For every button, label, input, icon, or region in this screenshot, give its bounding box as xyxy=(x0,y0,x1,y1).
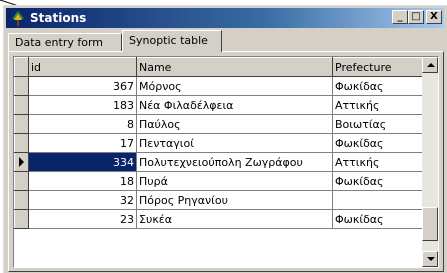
minimize-button[interactable]: _ xyxy=(392,10,408,24)
title-bar[interactable]: Stations _ □ X xyxy=(6,8,444,28)
cell-prefecture[interactable]: Φωκίδας xyxy=(332,171,425,191)
row-indicator[interactable] xyxy=(14,133,29,153)
cell-id[interactable]: 8 xyxy=(28,114,137,134)
row-indicator[interactable] xyxy=(14,76,29,96)
cell-prefecture[interactable]: Αττικής xyxy=(332,95,425,115)
cell-prefecture[interactable] xyxy=(332,190,425,210)
scroll-down-button[interactable] xyxy=(422,251,438,267)
scroll-up-button[interactable] xyxy=(422,57,438,73)
cell-prefecture[interactable]: Βοιωτίας xyxy=(332,114,425,134)
column-header-id[interactable]: id xyxy=(28,57,137,77)
cell-prefecture[interactable]: Φωκίδας xyxy=(332,76,425,96)
tab-synoptic-table[interactable]: Synoptic table xyxy=(122,30,222,52)
scroll-down-arrow-icon xyxy=(427,257,435,261)
column-header-name[interactable]: Name xyxy=(136,57,333,77)
cell-id[interactable]: 183 xyxy=(28,95,137,115)
scroll-up-arrow-icon xyxy=(427,63,435,67)
cell-id[interactable]: 17 xyxy=(28,133,137,153)
cell-name[interactable]: Πόρος Ρηγανίου xyxy=(136,190,333,210)
cell-id[interactable]: 18 xyxy=(28,171,137,191)
row-indicator[interactable] xyxy=(14,95,29,115)
stations-grid[interactable]: id Name Prefecture 367 Μόρνος Φωκίδας 183 Νέ… xyxy=(13,56,439,268)
current-row-arrow-icon xyxy=(19,157,24,167)
scroll-thumb[interactable] xyxy=(422,207,438,241)
cell-name[interactable]: Μόρνος xyxy=(136,76,333,96)
cell-name[interactable]: Πενταγιοί xyxy=(136,133,333,153)
table-row[interactable]: 367 Μόρνος Φωκίδας xyxy=(14,76,425,96)
close-button[interactable]: X xyxy=(426,10,442,24)
cell-id[interactable]: 23 xyxy=(28,209,137,229)
cell-name[interactable]: Συκέα xyxy=(136,209,333,229)
cell-id[interactable]: 334 xyxy=(28,152,137,172)
cell-prefecture[interactable]: Αττικής xyxy=(332,152,425,172)
table-row[interactable]: 32 Πόρος Ρηγανίου xyxy=(14,190,425,210)
table-row[interactable]: 334 Πολυτεχνειούπολη Ζωγράφου Αττικής xyxy=(14,152,425,172)
window-title: Stations xyxy=(30,11,87,25)
cell-prefecture[interactable]: Φωκίδας xyxy=(332,133,425,153)
cell-name[interactable]: Πυρά xyxy=(136,171,333,191)
row-indicator[interactable] xyxy=(14,171,29,191)
row-indicator[interactable] xyxy=(14,114,29,134)
cell-prefecture[interactable]: Φωκίδας xyxy=(332,209,425,229)
app-icon xyxy=(12,11,24,26)
tab-data-entry-form[interactable]: Data entry form xyxy=(8,33,122,51)
header-row: id Name Prefecture xyxy=(14,57,425,77)
table-row[interactable]: 18 Πυρά Φωκίδας xyxy=(14,171,425,191)
table-body: 367 Μόρνος Φωκίδας 183 Νέα Φιλαδέλφεια Αττική… xyxy=(14,76,425,229)
row-indicator[interactable] xyxy=(14,152,29,172)
tab-strip: Data entry form Synoptic table xyxy=(8,30,444,52)
table-row[interactable]: 8 Παύλος Βοιωτίας xyxy=(14,114,425,134)
vertical-scrollbar[interactable] xyxy=(422,57,438,267)
tab-panel: id Name Prefecture 367 Μόρνος Φωκίδας 183 Νέ… xyxy=(8,51,444,272)
cell-id[interactable]: 32 xyxy=(28,190,137,210)
cell-id[interactable]: 367 xyxy=(28,76,137,96)
stations-window: Stations _ □ X Data entry form Synoptic … xyxy=(3,5,447,273)
maximize-button[interactable]: □ xyxy=(408,10,424,24)
cell-name[interactable]: Παύλος xyxy=(136,114,333,134)
column-header-prefecture[interactable]: Prefecture xyxy=(332,57,425,77)
row-indicator[interactable] xyxy=(14,209,29,229)
row-indicator-header xyxy=(14,57,29,77)
stations-table: id Name Prefecture 367 Μόρνος Φωκίδας 183 Νέ… xyxy=(14,57,425,229)
row-indicator[interactable] xyxy=(14,190,29,210)
table-row[interactable]: 17 Πενταγιοί Φωκίδας xyxy=(14,133,425,153)
cell-name[interactable]: Πολυτεχνειούπολη Ζωγράφου xyxy=(136,152,333,172)
cell-name[interactable]: Νέα Φιλαδέλφεια xyxy=(136,95,333,115)
table-row[interactable]: 183 Νέα Φιλαδέλφεια Αττικής xyxy=(14,95,425,115)
table-row[interactable]: 23 Συκέα Φωκίδας xyxy=(14,209,425,229)
